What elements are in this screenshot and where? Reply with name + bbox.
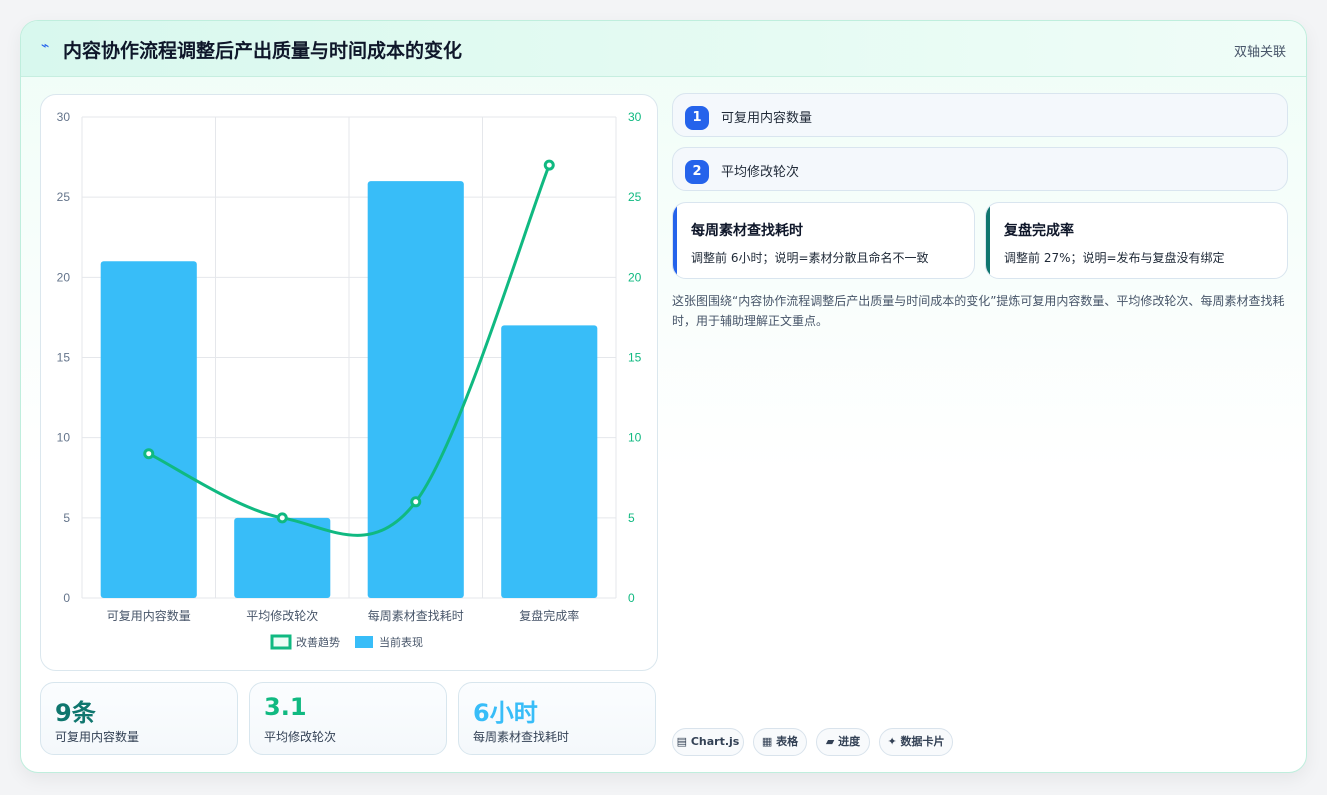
stat-card-revisions: 3.1 平均修改轮次 xyxy=(249,682,447,755)
stat-label: 可复用内容数量 xyxy=(55,730,140,744)
dual-axis-tag: 双轴关联 xyxy=(1233,45,1286,60)
y-tick-label-left: 10 xyxy=(57,431,71,445)
bar xyxy=(100,261,197,598)
chart-panel: 0 0 5 5 10 10 15 15 20 20 25 25 30 30 可复用内容数量 平均修改轮次 每周素… xyxy=(40,94,658,671)
y-tick-label-left: 30 xyxy=(57,110,71,124)
legend-label-line: 改善趋势 xyxy=(296,635,340,649)
stat-value: 9条 xyxy=(55,699,96,727)
legend-label-bar: 当前表现 xyxy=(379,635,423,649)
bar xyxy=(367,181,464,598)
legend-swatch-line xyxy=(270,634,292,650)
note-title: 每周素材查找耗时 xyxy=(691,223,803,239)
legend-number-badge: 2 xyxy=(685,160,709,184)
legend-number-badge: 1 xyxy=(685,106,709,130)
x-tick-label: 每周素材查找耗时 xyxy=(368,608,464,623)
y-tick-label-right: 10 xyxy=(628,431,642,445)
y-tick-label-right: 0 xyxy=(628,591,635,605)
y-tick-label-left: 15 xyxy=(57,351,71,365)
trend-point xyxy=(410,496,422,508)
chart-description: 这张图围绕“内容协作流程调整后产出质量与时间成本的变化”提炼可复用内容数量、平均… xyxy=(672,294,1285,328)
bar xyxy=(234,517,331,598)
note-card-review-rate: 复盘完成率 调整前 27%；说明=发布与复盘没有绑定 xyxy=(985,202,1288,279)
y-tick-label-right: 15 xyxy=(628,351,642,365)
note-body: 调整前 6小时；说明=素材分散且命名不一致 xyxy=(691,251,929,265)
y-tick-label-left: 25 xyxy=(57,190,71,204)
y-tick-label-right: 5 xyxy=(628,511,635,525)
trend-point xyxy=(276,512,288,524)
stat-value: 6小时 xyxy=(473,699,538,727)
y-tick-label-left: 0 xyxy=(63,591,70,605)
legend-swatch-bar xyxy=(355,636,373,648)
y-tick-label-right: 30 xyxy=(628,110,642,124)
note-card-search-time: 每周素材查找耗时 调整前 6小时；说明=素材分散且命名不一致 xyxy=(672,202,975,279)
legend-item-2: 2 平均修改轮次 xyxy=(672,147,1288,191)
stat-value: 3.1 xyxy=(264,693,307,721)
stat-card-reusable: 9条 可复用内容数量 xyxy=(40,682,238,755)
chip-table[interactable]: ▦ 表格 xyxy=(753,728,807,756)
y-tick-label-left: 20 xyxy=(57,270,71,284)
x-tick-label: 平均修改轮次 xyxy=(246,608,318,623)
note-accent-bar xyxy=(986,203,990,278)
x-tick-label: 复盘完成率 xyxy=(519,608,579,623)
y-tick-label-left: 5 xyxy=(63,511,70,525)
note-accent-bar xyxy=(673,203,677,278)
legend-item-label: 可复用内容数量 xyxy=(721,111,813,126)
legend-item-label: 平均修改轮次 xyxy=(721,165,800,180)
trend-point xyxy=(543,159,555,171)
stat-label: 每周素材查找耗时 xyxy=(473,730,570,744)
note-body: 调整前 27%；说明=发布与复盘没有绑定 xyxy=(1004,251,1225,265)
chip-data-cards[interactable]: ✦ 数据卡片 xyxy=(879,728,953,756)
chart-card: ⌁ 内容协作流程调整后产出质量与时间成本的变化 双轴关联 0 0 5 5 10 10 15 1… xyxy=(20,20,1307,773)
chip-progress[interactable]: ▰ 进度 xyxy=(816,728,870,756)
y-tick-label-right: 25 xyxy=(628,190,642,204)
note-title: 复盘完成率 xyxy=(1004,223,1074,239)
page-title: 内容协作流程调整后产出质量与时间成本的变化 xyxy=(63,40,463,62)
card-header: ⌁ 内容协作流程调整后产出质量与时间成本的变化 双轴关联 xyxy=(21,21,1306,77)
combo-chart: 0 0 5 5 10 10 15 15 20 20 25 25 30 30 可复用内容数量 平均修改轮次 每周素… xyxy=(57,110,642,650)
trend-point xyxy=(143,448,155,460)
stat-label: 平均修改轮次 xyxy=(264,730,337,744)
stat-card-search-time: 6小时 每周素材查找耗时 xyxy=(458,682,656,755)
bar xyxy=(501,325,598,598)
lightning-icon: ⌁ xyxy=(41,38,50,54)
chip-chartjs[interactable]: ▤ Chart.js xyxy=(672,728,744,756)
x-tick-label: 可复用内容数量 xyxy=(107,608,191,623)
legend-item-1: 1 可复用内容数量 xyxy=(672,93,1288,137)
y-tick-label-right: 20 xyxy=(628,270,642,284)
